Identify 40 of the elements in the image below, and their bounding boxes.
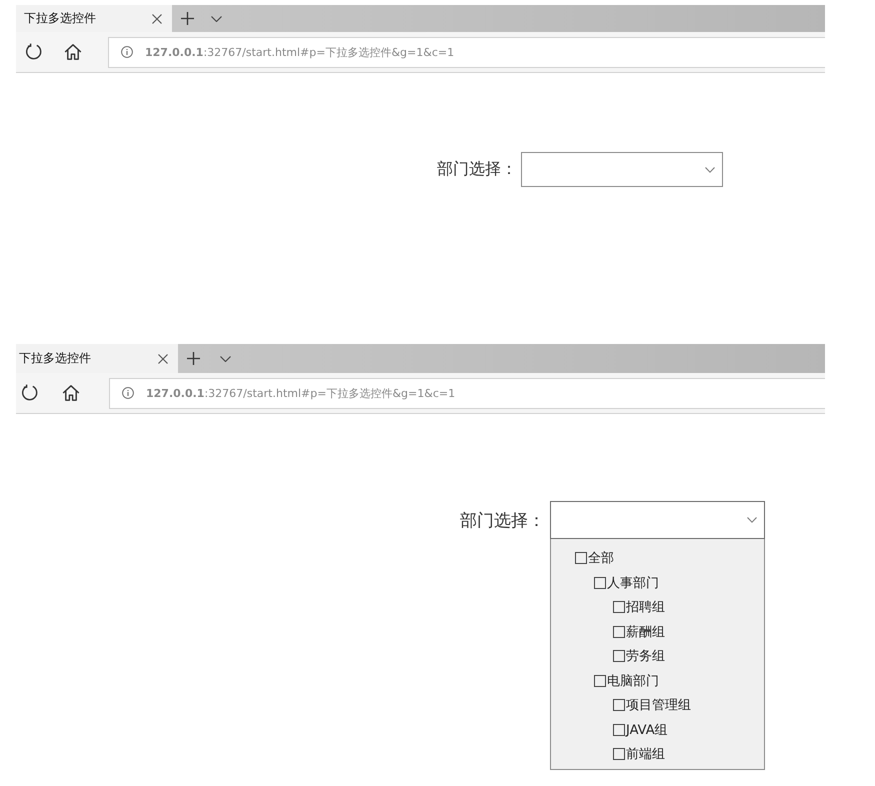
home-icon[interactable] <box>64 43 82 61</box>
option-label[interactable]: 全部 <box>588 549 614 568</box>
option-label[interactable]: JAVA组 <box>626 720 668 739</box>
checkbox[interactable] <box>613 748 625 760</box>
checkbox[interactable] <box>613 650 625 662</box>
chevron-down-icon[interactable] <box>220 356 231 362</box>
checkbox[interactable] <box>613 724 625 736</box>
option-label[interactable]: 劳务组 <box>626 647 665 666</box>
field-label: 部门选择： <box>437 158 517 180</box>
chevron-down-icon[interactable] <box>211 16 222 22</box>
chevron-down-icon <box>705 166 715 172</box>
dropdown-select[interactable] <box>550 501 765 539</box>
close-icon[interactable] <box>158 354 168 364</box>
chevron-down-icon <box>747 517 757 523</box>
option-label[interactable]: 人事部门 <box>607 574 659 592</box>
plus-icon[interactable] <box>187 352 200 365</box>
browser-tab[interactable]: 下拉多选控件 <box>16 5 172 32</box>
checkbox[interactable] <box>594 674 606 687</box>
close-icon[interactable] <box>152 14 162 24</box>
browser-tab[interactable]: 下拉多选控件 <box>16 344 178 373</box>
checkbox[interactable] <box>613 626 625 638</box>
option-label[interactable]: 电脑部门 <box>607 672 659 690</box>
checkbox[interactable] <box>594 576 606 589</box>
checkbox[interactable] <box>613 601 625 614</box>
field-label: 部门选择： <box>460 510 545 532</box>
checkbox[interactable] <box>613 699 625 712</box>
dropdown-select[interactable] <box>521 152 723 187</box>
option-label[interactable]: 招聘组 <box>626 598 665 616</box>
plus-icon[interactable] <box>181 12 194 25</box>
refresh-icon[interactable] <box>21 384 39 402</box>
option-label[interactable]: 项目管理组 <box>626 696 691 714</box>
address-field[interactable]: 127.0.0.1:32767/start.html#p=下拉多选控件&g=1&c=1 <box>109 378 825 408</box>
checkbox[interactable] <box>575 552 587 564</box>
address-field[interactable]: 127.0.0.1:32767/start.html#p=下拉多选控件&g=1&c=1 <box>108 36 825 68</box>
info-icon <box>121 46 133 58</box>
info-icon <box>122 387 134 399</box>
home-icon[interactable] <box>62 384 80 402</box>
refresh-icon[interactable] <box>25 43 43 61</box>
option-label[interactable]: 薪酬组 <box>626 622 665 641</box>
option-label[interactable]: 前端组 <box>626 745 665 764</box>
